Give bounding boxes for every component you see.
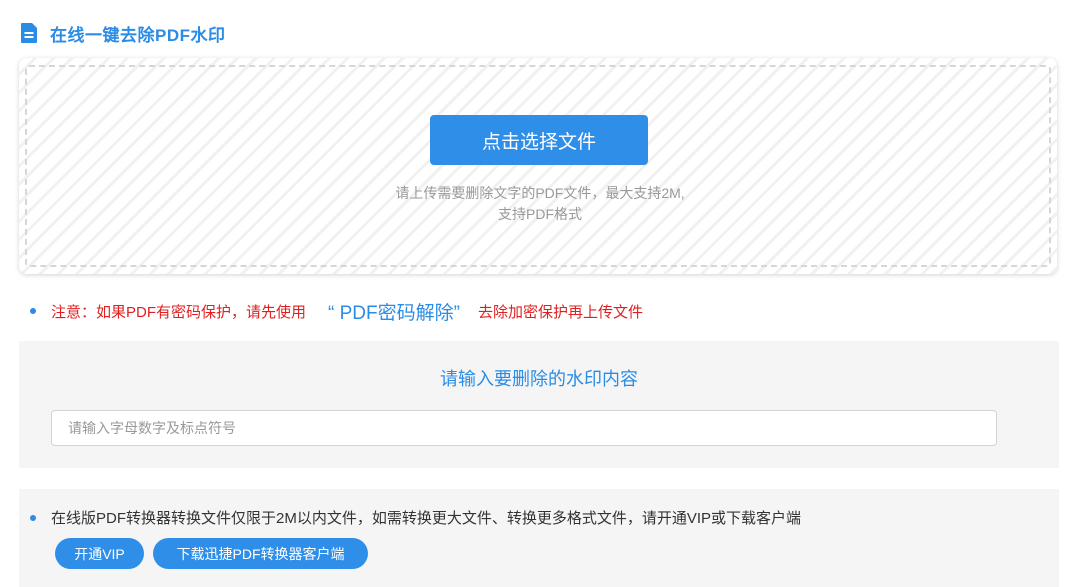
- pdf-unlock-link[interactable]: “ PDF密码解除”: [328, 298, 460, 325]
- page-header: 在线一键去除PDF水印: [20, 20, 226, 46]
- vip-notice: 在线版PDF转换器转换文件仅限于2M以内文件，如需转换更大文件、转换更多格式文件…: [30, 507, 801, 528]
- watermark-panel: 请输入要删除的水印内容: [19, 341, 1059, 468]
- password-notice: 注意：如果PDF有密码保护，请先使用 “ PDF密码解除” 去除加密保护再上传文…: [30, 298, 643, 324]
- document-icon: [21, 23, 37, 43]
- open-vip-button[interactable]: 开通VIP: [55, 538, 144, 569]
- notice-suffix: 去除加密保护再上传文件: [477, 303, 643, 321]
- upload-hint: 请上传需要删除文字的PDF文件，最大支持2M, 支持PDF格式: [340, 183, 740, 225]
- upload-hint-line2: 支持PDF格式: [498, 206, 582, 222]
- vip-notice-text: 在线版PDF转换器转换文件仅限于2M以内文件，如需转换更大文件、转换更多格式文件…: [51, 510, 802, 527]
- watermark-heading: 请输入要删除的水印内容: [440, 369, 638, 389]
- bullet-dot: [30, 308, 36, 314]
- bullet-dot: [30, 514, 36, 521]
- download-client-button[interactable]: 下载迅捷PDF转换器客户端: [153, 538, 368, 569]
- watermark-text-input[interactable]: [51, 410, 997, 446]
- notice-prefix: 注意：如果PDF有密码保护，请先使用: [51, 303, 307, 321]
- choose-file-button[interactable]: 点击选择文件: [430, 115, 648, 165]
- upload-hint-line1: 请上传需要删除文字的PDF文件，最大支持2M,: [395, 185, 685, 201]
- page-title: 在线一键去除PDF水印: [50, 25, 226, 45]
- drop-zone-border: [25, 65, 1051, 267]
- file-drop-zone[interactable]: [19, 58, 1057, 274]
